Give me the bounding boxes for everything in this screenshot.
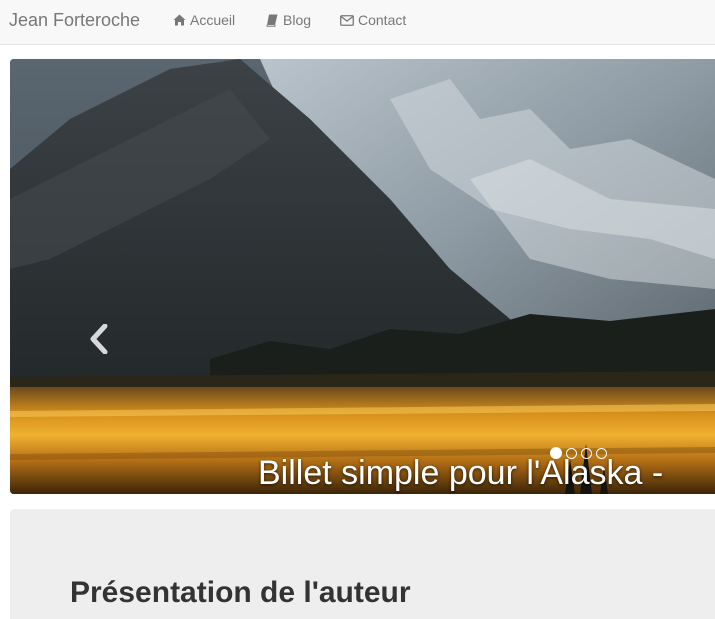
carousel-indicator-4[interactable] (596, 447, 607, 459)
nav-item-blog[interactable]: Blog (265, 11, 311, 29)
nav-item-contact[interactable]: Contact (340, 11, 406, 29)
carousel-indicator-3[interactable] (581, 447, 592, 459)
carousel-prev-control[interactable] (84, 321, 114, 361)
envelope-icon (340, 13, 354, 27)
hero-carousel: Billet simple pour l'Alaska - (10, 59, 715, 494)
nav-item-label: Accueil (190, 12, 236, 28)
author-section: Présentation de l'auteur (10, 509, 715, 619)
nav-item-label: Blog (283, 12, 312, 28)
carousel-indicator-1[interactable] (550, 447, 562, 459)
nav-item-accueil[interactable]: Accueil (172, 11, 235, 29)
top-navbar: Jean Forteroche Accueil Blog Contact (0, 0, 715, 45)
carousel-indicators (550, 447, 607, 459)
carousel-indicator-2[interactable] (566, 447, 577, 459)
section-title: Présentation de l'auteur (70, 576, 411, 609)
book-icon (265, 13, 279, 27)
home-icon (172, 13, 186, 27)
chevron-left-icon (88, 323, 110, 359)
alaska-landscape-image (10, 59, 715, 494)
brand-link[interactable]: Jean Forteroche (9, 10, 140, 30)
nav-item-label: Contact (358, 12, 407, 28)
